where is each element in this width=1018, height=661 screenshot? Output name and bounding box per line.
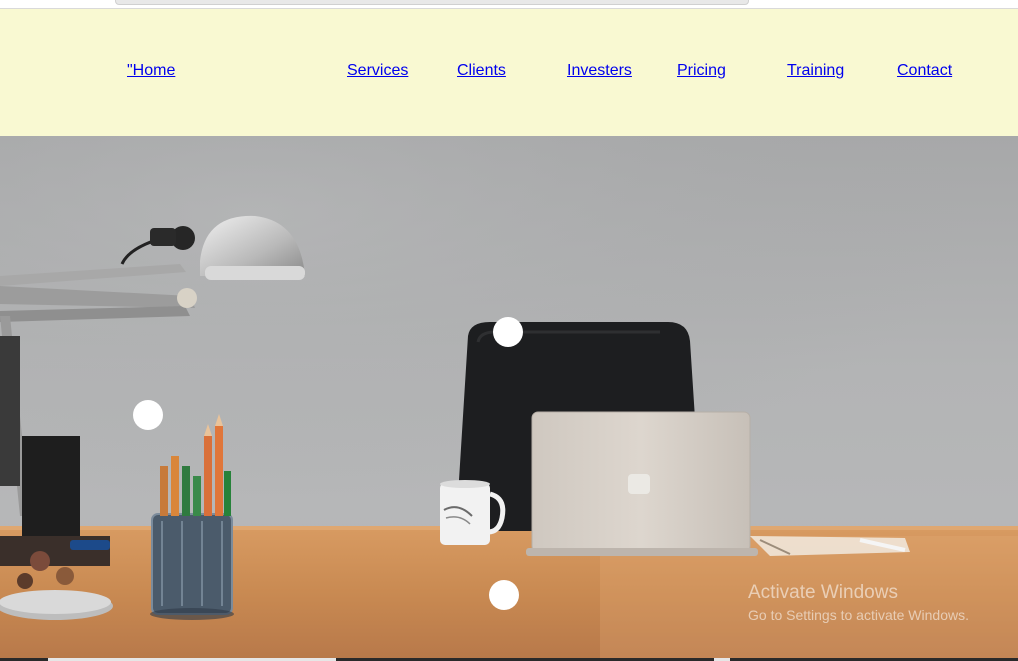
nav-link-contact[interactable]: Contact bbox=[897, 62, 952, 80]
slider-dot-3[interactable] bbox=[489, 580, 519, 610]
laptop-icon bbox=[526, 411, 758, 556]
slider-dot-2[interactable] bbox=[133, 400, 163, 430]
hero-image bbox=[0, 136, 1018, 658]
office-desk-illustration bbox=[0, 136, 1018, 658]
nav-link-clients[interactable]: Clients bbox=[457, 62, 506, 80]
nav-link-training[interactable]: Training bbox=[787, 62, 844, 80]
slider-dot-1[interactable] bbox=[493, 317, 523, 347]
top-strip bbox=[0, 0, 1018, 9]
navigation-bar: "Home Services Clients Investers Pricing… bbox=[0, 9, 1018, 136]
activate-windows-subtitle: Go to Settings to activate Windows. bbox=[748, 607, 969, 623]
activate-windows-title: Activate Windows bbox=[748, 582, 898, 603]
nav-link-services[interactable]: Services bbox=[347, 62, 408, 80]
horizontal-scrollbar[interactable] bbox=[115, 0, 749, 5]
nav-link-investers[interactable]: Investers bbox=[567, 62, 632, 80]
page: "Home Services Clients Investers Pricing… bbox=[0, 0, 1018, 661]
nav-link-pricing[interactable]: Pricing bbox=[677, 62, 726, 80]
nav-link-home[interactable]: "Home bbox=[127, 62, 175, 80]
